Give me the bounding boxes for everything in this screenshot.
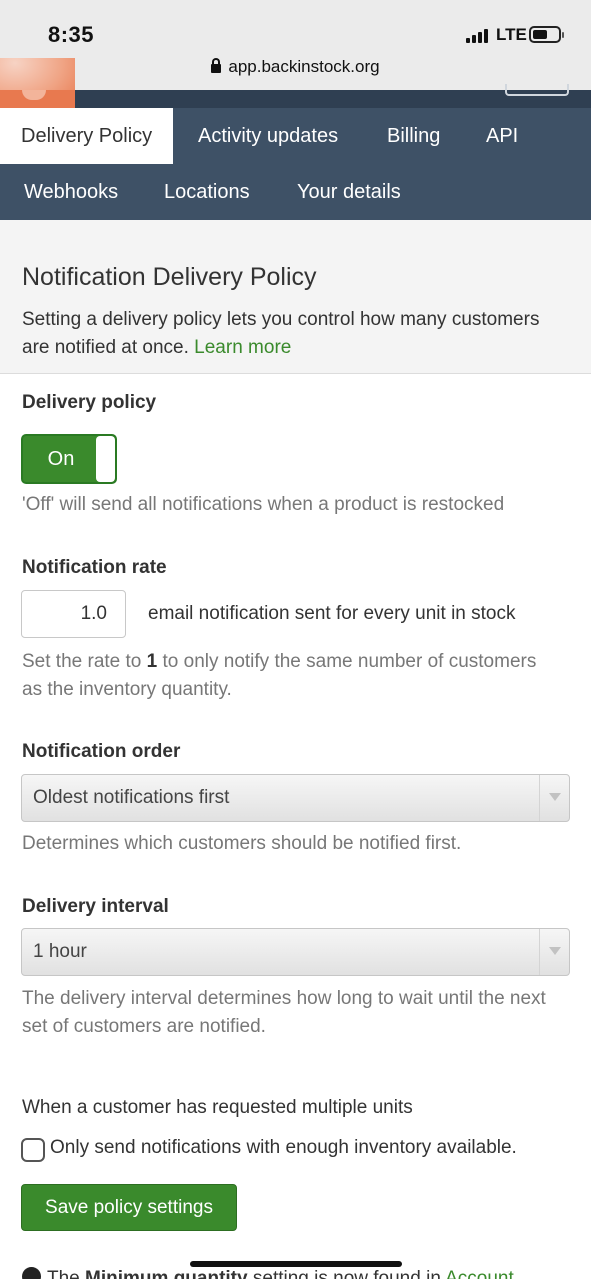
toggle-on-text: On: [47, 448, 75, 470]
brand-logo[interactable]: [0, 90, 75, 108]
settings-tabs: Delivery Policy Activity updates Billing…: [0, 108, 591, 220]
notification-rate-suffix: email notification sent for every unit i…: [148, 603, 516, 624]
page-title: Notification Delivery Policy: [22, 263, 317, 291]
toggle-knob: [96, 436, 115, 482]
url-text: app.backinstock.org: [228, 57, 380, 76]
enough-inventory-label[interactable]: Only send notifications with enough inve…: [50, 1137, 517, 1159]
notification-order-select[interactable]: Oldest notifications first: [21, 774, 570, 822]
lock-icon: [211, 58, 222, 73]
tab-webhooks[interactable]: Webhooks: [24, 164, 118, 220]
status-time: 8:35: [48, 22, 95, 47]
tab-your-details[interactable]: Your details: [297, 164, 401, 220]
chevron-down-icon: [539, 775, 569, 821]
tab-locations[interactable]: Locations: [164, 164, 250, 220]
home-indicator[interactable]: [190, 1261, 402, 1267]
multiple-units-title: When a customer has requested multiple u…: [22, 1097, 413, 1118]
delivery-interval-help: The delivery interval determines how lon…: [22, 988, 546, 1037]
account-link[interactable]: Account: [445, 1268, 514, 1279]
app-header: [0, 84, 591, 108]
intro-description: Setting a delivery policy lets you contr…: [22, 309, 540, 358]
notification-order-help: Determines which customers should be not…: [22, 833, 462, 854]
battery-icon: [529, 26, 564, 43]
enough-inventory-checkbox[interactable]: [21, 1138, 45, 1162]
tab-delivery-policy[interactable]: Delivery Policy: [0, 108, 174, 164]
intro-panel: Notification Delivery Policy Setting a d…: [0, 220, 591, 374]
minimum-quantity-note: The Minimum quantity setting is now foun…: [22, 1267, 514, 1279]
tab-activity-updates[interactable]: Activity updates: [198, 108, 338, 164]
delivery-interval-value: 1 hour: [33, 941, 87, 962]
signal-icon: [466, 29, 488, 43]
info-icon: [22, 1267, 41, 1279]
notification-order-label: Notification order: [22, 741, 181, 762]
delivery-interval-label: Delivery interval: [22, 896, 169, 917]
delivery-policy-toggle[interactable]: On: [21, 434, 117, 484]
delivery-policy-help: 'Off' will send all notifications when a…: [22, 494, 505, 515]
notification-rate-label: Notification rate: [22, 557, 167, 578]
save-policy-button[interactable]: Save policy settings: [21, 1184, 237, 1231]
delivery-interval-select[interactable]: 1 hour: [21, 928, 570, 976]
tab-api[interactable]: API: [486, 108, 518, 164]
menu-button[interactable]: [505, 84, 569, 96]
tab-billing[interactable]: Billing: [387, 108, 440, 164]
delivery-policy-label: Delivery policy: [22, 392, 157, 413]
notification-rate-help: Set the rate to 1 to only notify the sam…: [22, 651, 537, 700]
learn-more-link[interactable]: Learn more: [194, 337, 291, 358]
notification-rate-input[interactable]: 1.0: [21, 590, 126, 638]
chevron-down-icon: [539, 929, 569, 975]
notification-order-value: Oldest notifications first: [33, 787, 230, 808]
network-label: LTE: [496, 25, 527, 44]
browser-url-bar[interactable]: app.backinstock.org: [0, 57, 591, 77]
